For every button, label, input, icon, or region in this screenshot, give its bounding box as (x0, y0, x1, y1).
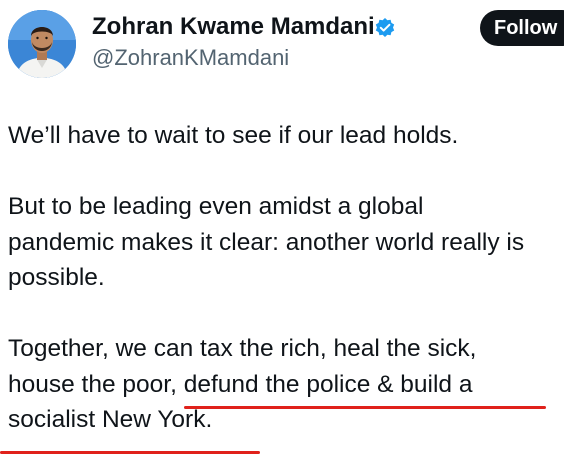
tweet-line: We’ll have to wait to see if our lead ho… (8, 122, 459, 149)
tweet-line: pandemic makes it clear: another world r… (8, 228, 525, 256)
red-underline-annotation (0, 451, 260, 454)
tweet-line: house the poor, defund the police & buil… (8, 370, 473, 398)
tweet-line: But to be leading even amidst a global (8, 193, 424, 220)
author-display-name[interactable]: Zohran Kwame Mamdani (92, 12, 375, 42)
avatar-image (8, 10, 76, 78)
tweet-header: Zohran Kwame Mamdani @ZohranKMamdani Fol… (0, 0, 564, 86)
tweet-line: Together, we can tax the rich, heal the … (8, 335, 477, 362)
red-underline-annotation (184, 406, 546, 409)
follow-button[interactable]: Follow (480, 10, 564, 46)
tweet-text: We’ll have to wait to see if our lead ho… (8, 118, 564, 438)
tweet-card: Zohran Kwame Mamdani @ZohranKMamdani Fol… (0, 0, 564, 462)
tweet-line: possible. (8, 264, 105, 291)
author-handle[interactable]: @ZohranKMamdani (92, 44, 289, 72)
avatar[interactable] (8, 10, 76, 78)
verified-badge-icon (375, 18, 395, 37)
